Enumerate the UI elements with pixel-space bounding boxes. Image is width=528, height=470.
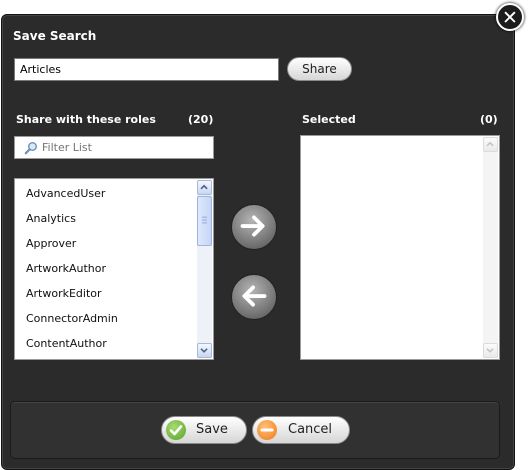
filter-list-field[interactable] — [14, 136, 214, 159]
dialog-title: Save Search — [13, 29, 97, 43]
scroll-down-button[interactable] — [483, 343, 498, 358]
chevron-up-icon — [486, 141, 494, 147]
available-list-scrollbar[interactable] — [197, 180, 212, 358]
arrow-right-icon — [240, 215, 265, 237]
save-label: Save — [196, 422, 228, 437]
scroll-up-button[interactable] — [197, 180, 212, 195]
list-item[interactable]: ContentAuthor — [26, 337, 107, 350]
save-button[interactable]: Save — [161, 416, 247, 444]
available-roles-count: (20) — [188, 113, 214, 126]
list-item[interactable]: Approver — [26, 237, 76, 250]
list-item[interactable]: ConnectorAdmin — [26, 312, 118, 325]
available-roles-list[interactable]: AdvancedUser Analytics Approver ArtworkA… — [14, 178, 214, 360]
list-item[interactable]: ArtworkEditor — [26, 287, 102, 300]
minus-icon — [257, 420, 277, 440]
grip-icon — [202, 216, 207, 224]
chevron-down-icon — [200, 348, 208, 353]
magnifier-icon — [24, 142, 37, 155]
list-item[interactable]: AdvancedUser — [26, 187, 105, 200]
filter-list-input[interactable] — [42, 140, 207, 155]
available-roles-heading: Share with these roles — [16, 113, 156, 126]
scroll-down-button[interactable] — [197, 343, 212, 358]
arrow-left-icon — [242, 285, 267, 307]
list-item[interactable]: ArtworkAuthor — [26, 262, 106, 275]
search-name-input[interactable] — [14, 58, 279, 81]
chevron-down-icon — [486, 348, 494, 353]
chevron-up-icon — [200, 184, 208, 190]
cancel-button[interactable]: Cancel — [252, 416, 350, 444]
scroll-thumb[interactable] — [197, 196, 212, 246]
remove-selected-button[interactable] — [231, 274, 277, 320]
close-icon[interactable]: ✕ — [496, 3, 524, 31]
cancel-label: Cancel — [288, 422, 333, 437]
selected-roles-count: (0) — [480, 113, 498, 126]
share-button[interactable]: Share — [287, 57, 352, 81]
check-icon — [166, 420, 186, 440]
list-item[interactable]: Analytics — [26, 212, 76, 225]
selected-roles-list[interactable] — [300, 135, 500, 360]
selected-roles-heading: Selected — [302, 113, 356, 126]
selected-list-scrollbar[interactable] — [483, 137, 498, 358]
scroll-up-button[interactable] — [483, 137, 498, 152]
add-selected-button[interactable] — [231, 204, 277, 250]
